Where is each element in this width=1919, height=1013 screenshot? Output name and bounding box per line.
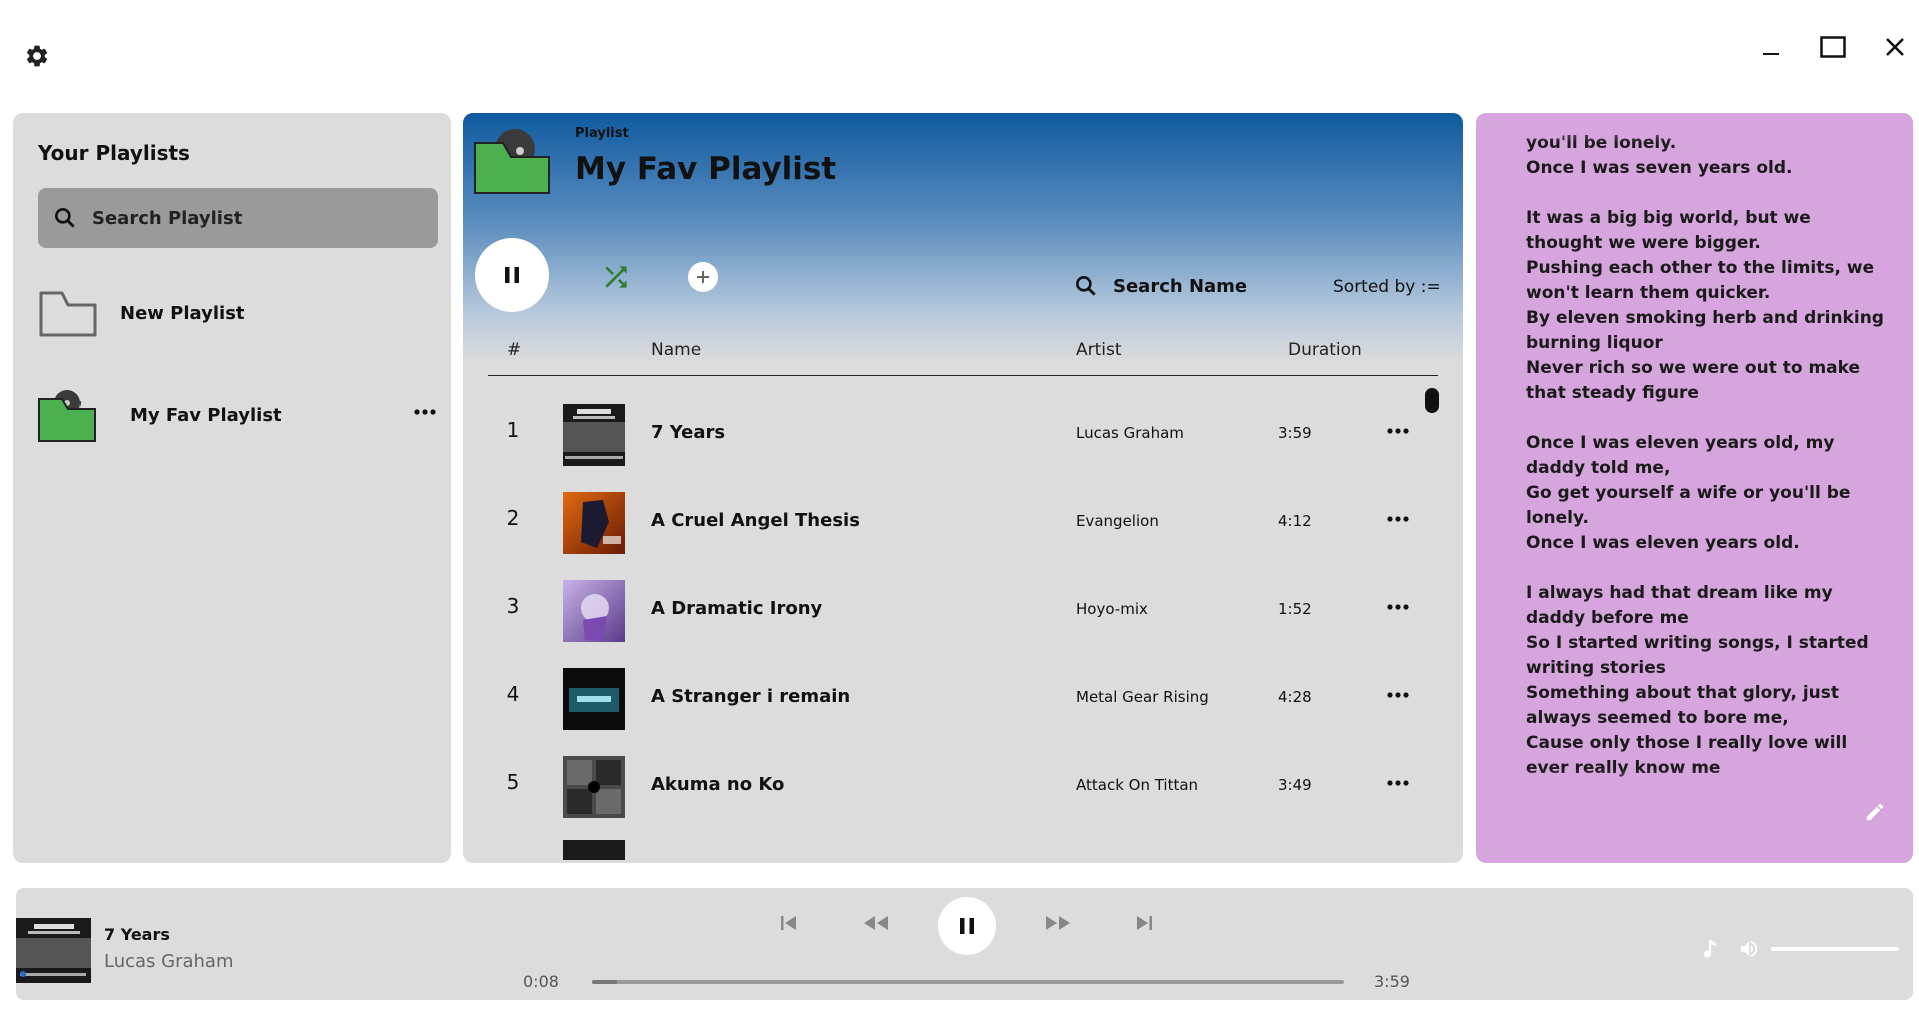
table-row[interactable]: 2 A Cruel Angel Thesis Evangelion 4:12	[463, 476, 1463, 564]
rewind-icon[interactable]	[862, 913, 890, 933]
track-duration: 4:28	[1278, 688, 1312, 706]
now-playing-artist: Lucas Graham	[104, 951, 234, 972]
shuffle-icon[interactable]	[600, 261, 632, 293]
lyrics-text: you'll be lonely. Once I was seven years…	[1526, 133, 1884, 778]
lyrics-panel: you'll be lonely. Once I was seven years…	[1476, 113, 1913, 863]
pause-icon	[503, 265, 521, 285]
player-bar: 7 Years Lucas Graham 0:08 3:59	[16, 888, 1913, 1000]
column-header-duration[interactable]: Duration	[1288, 340, 1362, 360]
track-duration: 3:49	[1278, 776, 1312, 794]
maximize-icon[interactable]	[1816, 30, 1850, 64]
play-pause-button[interactable]	[938, 897, 996, 955]
sort-dropdown[interactable]: Sorted by :=	[1333, 277, 1441, 297]
track-artist: Lucas Graham	[1076, 424, 1184, 442]
table-row[interactable]: 5 Akuma no Ko Attack On Tittan 3:49	[463, 740, 1463, 828]
track-number: 1	[506, 418, 520, 442]
playlists-sidebar: Your Playlists Search Playlist New Playl…	[13, 113, 451, 863]
track-duration: 3:59	[1278, 424, 1312, 442]
pause-icon	[958, 916, 976, 936]
album-art	[563, 668, 625, 730]
close-icon[interactable]	[1878, 30, 1912, 64]
folder-vinyl-icon	[38, 387, 98, 443]
fast-forward-icon[interactable]	[1044, 913, 1072, 933]
table-row[interactable]: 4 A Stranger i remain Metal Gear Rising …	[463, 652, 1463, 740]
more-options-icon[interactable]	[414, 409, 436, 415]
track-name: A Stranger i remain	[651, 686, 851, 707]
album-art	[563, 756, 625, 818]
folder-vinyl-icon	[473, 127, 553, 195]
new-playlist-label: New Playlist	[120, 302, 245, 324]
lyrics-fade-top	[1476, 113, 1913, 143]
new-playlist-button[interactable]: New Playlist	[38, 288, 245, 338]
skip-previous-icon[interactable]	[779, 913, 799, 933]
volume-icon[interactable]	[1738, 938, 1760, 960]
track-number: 5	[506, 770, 520, 794]
album-art	[563, 492, 625, 554]
track-number: 4	[506, 682, 520, 706]
playlist-search-placeholder: Search Playlist	[92, 207, 243, 229]
more-options-icon[interactable]	[1387, 604, 1409, 610]
column-header-number: #	[507, 340, 522, 360]
playlist-view: Playlist My Fav Playlist Search Name Sor…	[463, 113, 1463, 863]
column-header-name[interactable]: Name	[651, 340, 701, 360]
track-name: A Cruel Angel Thesis	[651, 510, 860, 531]
album-art	[563, 580, 625, 642]
track-number: 3	[506, 594, 520, 618]
playlist-search-input[interactable]: Search Playlist	[38, 188, 438, 248]
playlist-title: My Fav Playlist	[575, 151, 837, 187]
more-options-icon[interactable]	[1387, 692, 1409, 698]
more-options-icon[interactable]	[1387, 428, 1409, 434]
album-art	[563, 840, 625, 860]
column-header-artist[interactable]: Artist	[1076, 340, 1122, 360]
empty-folder-icon	[38, 288, 98, 338]
pause-button[interactable]	[475, 238, 549, 312]
plus-icon	[695, 269, 711, 285]
song-search-input[interactable]: Search Name	[1073, 273, 1247, 299]
volume-slider[interactable]	[1771, 947, 1899, 951]
music-note-icon[interactable]	[1702, 938, 1720, 960]
playlist-type-label: Playlist	[575, 126, 629, 141]
table-row[interactable]: 1 7 Years Lucas Graham 3:59	[463, 388, 1463, 476]
lyrics-fade-bottom	[1476, 768, 1913, 808]
header-divider	[488, 375, 1438, 376]
current-time: 0:08	[523, 972, 559, 991]
track-name: Akuma no Ko	[651, 774, 785, 795]
edit-pencil-icon[interactable]	[1864, 801, 1886, 823]
track-artist: Metal Gear Rising	[1076, 688, 1209, 706]
track-artist: Hoyo-mix	[1076, 600, 1148, 618]
album-art	[563, 404, 625, 466]
now-playing-title: 7 Years	[104, 925, 170, 944]
track-duration: 1:52	[1278, 600, 1312, 618]
search-icon	[1073, 273, 1099, 299]
now-playing-album-art	[16, 918, 91, 983]
minimize-icon[interactable]	[1754, 30, 1788, 64]
track-name: A Dramatic Irony	[651, 598, 823, 619]
sidebar-item-my-fav-playlist[interactable]: My Fav Playlist	[38, 387, 443, 443]
more-options-icon[interactable]	[1387, 780, 1409, 786]
track-name: 7 Years	[651, 422, 726, 443]
track-duration: 4:12	[1278, 512, 1312, 530]
add-song-button[interactable]	[688, 262, 718, 292]
skip-next-icon[interactable]	[1134, 913, 1154, 933]
playlist-name: My Fav Playlist	[130, 404, 282, 426]
table-row[interactable]: 3 A Dramatic Irony Hoyo-mix 1:52	[463, 564, 1463, 652]
total-time: 3:59	[1374, 972, 1410, 991]
settings-gear-icon[interactable]	[24, 43, 50, 69]
progress-bar[interactable]	[592, 980, 1344, 984]
sidebar-title: Your Playlists	[38, 141, 190, 165]
song-search-placeholder: Search Name	[1113, 275, 1248, 297]
track-artist: Attack On Tittan	[1076, 776, 1199, 794]
progress-fill	[592, 980, 617, 984]
more-options-icon[interactable]	[1387, 516, 1409, 522]
track-artist: Evangelion	[1076, 512, 1159, 530]
track-number: 2	[506, 506, 520, 530]
search-icon	[52, 205, 78, 231]
